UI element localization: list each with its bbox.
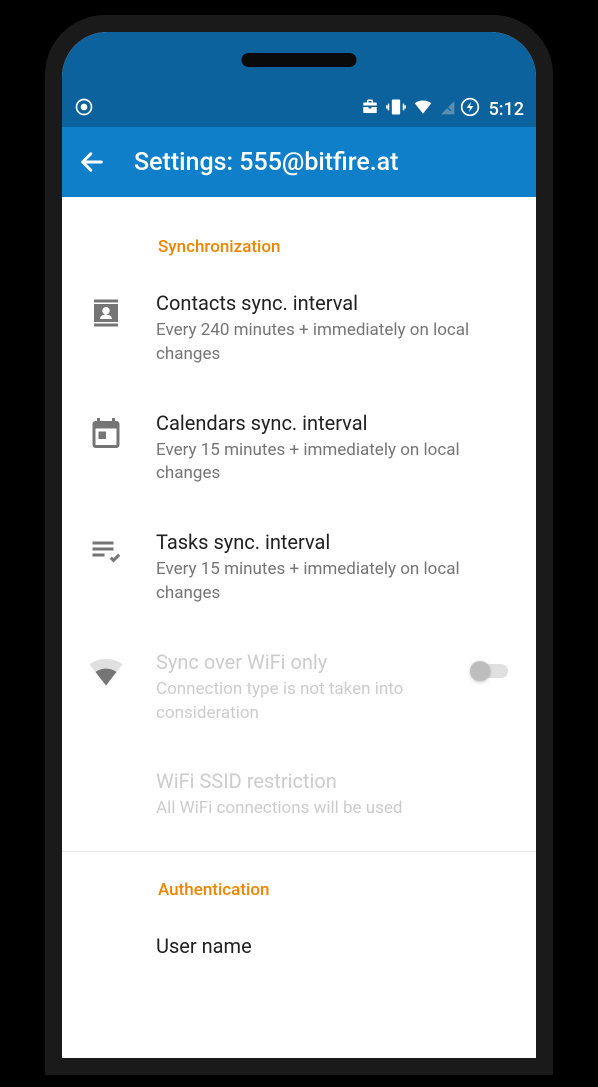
- sync-wifi-only[interactable]: Sync over WiFi only Connection type is n…: [62, 628, 536, 748]
- app-bar: Settings: 555@bitfire.at: [62, 127, 536, 197]
- vibrate-icon: [385, 97, 407, 121]
- status-time: 5:12: [489, 99, 524, 120]
- username-setting[interactable]: User name: [62, 912, 536, 984]
- briefcase-icon: [360, 98, 380, 120]
- wifi-ssid-subtitle: All WiFi connections will be used: [156, 797, 516, 821]
- status-bar: 5:12: [62, 32, 536, 127]
- tasks-sync-title: Tasks sync. interval: [156, 530, 516, 554]
- tasks-sync-interval[interactable]: Tasks sync. interval Every 15 minutes + …: [62, 508, 536, 628]
- wifi-ssid-restriction[interactable]: WiFi SSID restriction All WiFi connectio…: [62, 747, 536, 843]
- tasks-sync-subtitle: Every 15 minutes + immediately on local …: [156, 558, 516, 606]
- spacer-icon: [82, 934, 130, 938]
- app-bar-title: Settings: 555@bitfire.at: [134, 148, 398, 177]
- calendars-sync-subtitle: Every 15 minutes + immediately on local …: [156, 439, 516, 487]
- calendars-sync-title: Calendars sync. interval: [156, 411, 516, 435]
- section-header-auth: Authentication: [62, 852, 536, 912]
- contacts-sync-title: Contacts sync. interval: [156, 291, 516, 315]
- contacts-sync-subtitle: Every 240 minutes + immediately on local…: [156, 319, 516, 367]
- wifi-only-title: Sync over WiFi only: [156, 650, 446, 674]
- wifi-icon: [412, 98, 434, 120]
- wifi-setting-icon: [82, 650, 130, 690]
- contacts-sync-interval[interactable]: Contacts sync. interval Every 240 minute…: [62, 269, 536, 389]
- calendar-icon: [82, 411, 130, 451]
- toggle-track: [472, 664, 508, 678]
- username-title: User name: [156, 934, 516, 958]
- back-button[interactable]: [78, 148, 106, 176]
- spacer-icon: [82, 769, 130, 773]
- toggle-thumb: [470, 661, 490, 681]
- phone-frame: 5:12 Settings: 555@bitfire.at Synchroniz…: [45, 15, 553, 1075]
- phone-speaker: [242, 53, 357, 67]
- target-icon: [74, 97, 94, 121]
- settings-content[interactable]: Synchronization Contacts sync. interval …: [62, 197, 536, 1058]
- wifi-ssid-title: WiFi SSID restriction: [156, 769, 516, 793]
- wifi-only-subtitle: Connection type is not taken into consid…: [156, 678, 446, 726]
- tasks-icon: [82, 530, 130, 570]
- phone-screen: 5:12 Settings: 555@bitfire.at Synchroniz…: [62, 32, 536, 1058]
- flash-circle-icon: [460, 97, 480, 121]
- wifi-only-toggle[interactable]: [472, 650, 516, 678]
- sim-icon: [439, 97, 455, 121]
- section-header-sync: Synchronization: [62, 197, 536, 269]
- calendars-sync-interval[interactable]: Calendars sync. interval Every 15 minute…: [62, 389, 536, 509]
- contacts-icon: [82, 291, 130, 331]
